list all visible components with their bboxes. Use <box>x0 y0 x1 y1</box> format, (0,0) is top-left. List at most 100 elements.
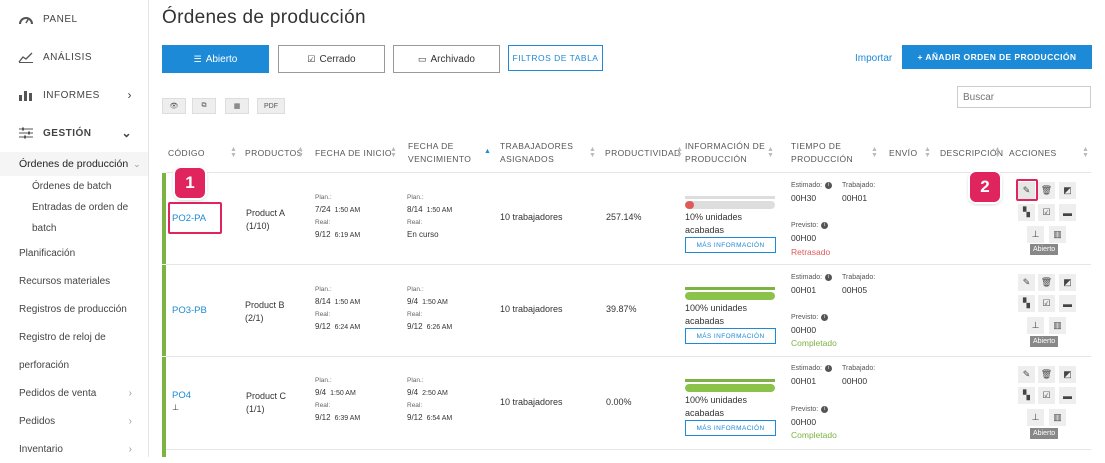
header-workers[interactable]: TRABAJADORES ASIGNADOS <box>500 140 573 166</box>
header-production-time[interactable]: TIEMPO DE PRODUCCIÓN <box>791 140 853 166</box>
time-value: 6:39 AM <box>334 415 361 422</box>
nav-planning-label: Planificación <box>19 247 76 259</box>
nav-sales-orders[interactable]: Pedidos de venta › <box>0 379 148 407</box>
sort-icon[interactable]: ▲ ▼ <box>924 146 931 159</box>
barcode-icon[interactable]: ▥ <box>1049 317 1066 334</box>
nav-punch-clock[interactable]: Registro de reloj de <box>0 323 148 351</box>
more-info-button[interactable]: MÁS INFORMACIÓN <box>685 237 776 253</box>
archive-icon[interactable]: ▬ <box>1059 204 1076 221</box>
comment-icon[interactable]: ▚ <box>1018 204 1035 221</box>
start-date-cell: Plan.: 7/24 1:50 AM Real: 9/12 6:19 AM <box>315 192 360 242</box>
edit-icon[interactable]: ✎ <box>1018 366 1035 383</box>
sort-icon[interactable]: ▲ ▼ <box>297 146 304 159</box>
worked-value: 00H00 <box>842 376 868 386</box>
checkbox-icon[interactable]: ☑ <box>1038 387 1055 404</box>
archive-icon[interactable]: ▬ <box>1059 295 1076 312</box>
trash-icon[interactable]: 🗑 <box>1038 274 1055 291</box>
header-actions[interactable]: ACCIONES <box>1009 147 1057 160</box>
hierarchy-icon[interactable]: ⊥ <box>1027 409 1044 426</box>
header-productivity[interactable]: PRODUCTIVIDAD <box>605 147 681 160</box>
trash-icon[interactable]: 🗑 <box>1038 366 1055 383</box>
nav-batch-entries-cont[interactable]: batch <box>0 218 148 239</box>
copy-icon[interactable]: ⧉ <box>192 98 216 114</box>
progress-text-1: 10% unidades <box>685 212 743 222</box>
nav-inventory[interactable]: Inventario › <box>0 435 148 463</box>
report-icon[interactable]: ◩ <box>1059 274 1076 291</box>
header-code[interactable]: CÓDIGO <box>168 147 205 160</box>
edit-icon[interactable]: ✎ <box>1018 274 1035 291</box>
barcode-icon[interactable]: ▥ <box>1049 409 1066 426</box>
nav-batch-orders[interactable]: Órdenes de batch <box>0 176 148 197</box>
date-value: 9/12 <box>315 413 331 422</box>
import-link[interactable]: Importar <box>855 53 892 64</box>
info-icon: i <box>825 364 833 372</box>
productivity-cell: 0.00% <box>606 397 632 407</box>
tab-open[interactable]: ☰ Abierto <box>162 45 269 73</box>
sort-icon[interactable]: ▲ ▼ <box>589 146 596 159</box>
add-production-order-button[interactable]: + AÑADIR ORDEN DE PRODUCCIÓN <box>902 45 1092 69</box>
progress-bar <box>685 292 775 300</box>
comment-icon[interactable]: ▚ <box>1018 295 1035 312</box>
header-due-2: VENCIMIENTO <box>408 154 472 164</box>
hierarchy-icon[interactable]: ⊥ <box>1027 226 1044 243</box>
progress-text-1: 100% unidades <box>685 395 748 405</box>
sort-icon[interactable]: ▲ ▼ <box>767 146 774 159</box>
hierarchy-icon[interactable]: ⊥ <box>1027 317 1044 334</box>
real-label: Real: <box>407 219 423 226</box>
more-info-button[interactable]: MÁS INFORMACIÓN <box>685 328 776 344</box>
divider <box>166 172 1091 173</box>
nav-management[interactable]: GESTIÓN ⌄ <box>0 114 148 152</box>
page-title: Órdenes de producción <box>162 7 366 28</box>
archive-icon[interactable]: ▬ <box>1059 387 1076 404</box>
divider <box>166 264 1091 265</box>
checkbox-icon[interactable]: ☑ <box>1038 295 1055 312</box>
status-badge: Abierto <box>1030 428 1059 439</box>
more-info-button[interactable]: MÁS INFORMACIÓN <box>685 420 776 436</box>
table-filters-button[interactable]: FILTROS DE TABLA <box>508 45 603 71</box>
nav-reports[interactable]: INFORMES › <box>0 76 148 114</box>
trash-icon[interactable]: 🗑 <box>1038 182 1055 199</box>
order-code-link[interactable]: PO4 <box>172 390 191 401</box>
nav-orders[interactable]: Pedidos › <box>0 407 148 435</box>
sort-icon[interactable]: ▲ ▼ <box>230 146 237 159</box>
barcode-icon[interactable]: ▥ <box>1049 226 1066 243</box>
nav-production-orders[interactable]: Órdenes de producción ⌄ <box>0 152 148 176</box>
csv-icon[interactable]: ▦ <box>225 98 249 114</box>
estimated-label-text: Estimado: <box>791 274 823 281</box>
due-date-cell: Plan.: 9/4 2:50 AM Real: 9/12 6:54 AM <box>407 375 452 425</box>
row-status-bar <box>162 265 166 356</box>
report-icon[interactable]: ◩ <box>1059 366 1076 383</box>
nav-material-resources[interactable]: Recursos materiales <box>0 267 148 295</box>
sort-icon[interactable]: ▲ ▼ <box>871 146 878 159</box>
nav-planning[interactable]: Planificación <box>0 239 148 267</box>
header-start-date[interactable]: FECHA DE INICIO <box>315 147 392 160</box>
pdf-button[interactable]: PDF <box>257 98 285 114</box>
nav-panel[interactable]: PANEL <box>0 0 148 38</box>
header-shipping[interactable]: ENVÍO <box>889 147 917 160</box>
sort-icon[interactable]: ▲ ▼ <box>994 146 1001 159</box>
nav-production-records[interactable]: Registros de producción <box>0 295 148 323</box>
tab-closed[interactable]: ☑ Cerrado <box>278 45 385 73</box>
order-code-link[interactable]: PO2-PA <box>172 213 206 224</box>
nav-batch-entries[interactable]: Entradas de orden de <box>0 197 148 218</box>
sort-icon[interactable]: ▲ ▼ <box>390 146 397 159</box>
sort-asc-icon[interactable]: ▲ <box>484 148 491 155</box>
view-icon[interactable]: 👁 <box>162 98 186 114</box>
header-production-info[interactable]: INFORMACIÓN DE PRODUCCIÓN <box>685 140 765 166</box>
chevron-right-icon: › <box>128 387 132 399</box>
search-input[interactable] <box>957 86 1091 108</box>
checkbox-icon[interactable]: ☑ <box>1038 204 1055 221</box>
nav-analysis[interactable]: ANÁLISIS <box>0 38 148 76</box>
bar-chart-icon <box>18 88 34 102</box>
sort-icon[interactable]: ▲ ▼ <box>1082 146 1089 159</box>
header-time-2: PRODUCCIÓN <box>791 154 854 164</box>
time-value: 6:24 AM <box>334 324 361 331</box>
order-code-link[interactable]: PO3-PB <box>172 305 207 316</box>
header-due-date[interactable]: FECHA DE VENCIMIENTO <box>408 140 471 166</box>
nav-punch-clock-cont[interactable]: perforación <box>0 351 148 379</box>
tab-archived[interactable]: ▭ Archivado <box>393 45 500 73</box>
comment-icon[interactable]: ▚ <box>1018 387 1035 404</box>
sort-icon[interactable]: ▲ ▼ <box>676 146 683 159</box>
report-icon[interactable]: ◩ <box>1059 182 1076 199</box>
header-products[interactable]: PRODUCTOS <box>245 147 303 160</box>
